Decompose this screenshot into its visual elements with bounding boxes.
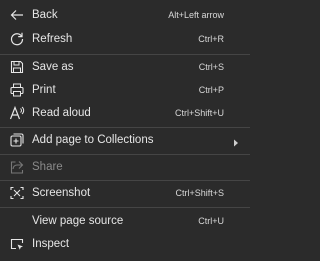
menu-item-refresh[interactable]: Refresh Ctrl+R: [0, 27, 250, 51]
print-icon: [9, 82, 25, 98]
menu-item-label: Inspect: [32, 238, 70, 250]
menu-item-shortcut: Ctrl+S: [198, 62, 224, 72]
menu-item-add-to-collections[interactable]: Add page to Collections: [0, 128, 250, 152]
menu-item-shortcut: Alt+Left arrow: [168, 10, 224, 20]
menu-item-back[interactable]: Back Alt+Left arrow: [0, 3, 250, 27]
menu-item-label: Screenshot: [32, 187, 91, 199]
menu-item-view-page-source[interactable]: View page source Ctrl+U: [0, 209, 250, 233]
save-as-icon: [9, 59, 25, 75]
collections-icon: [9, 132, 25, 148]
share-icon: [9, 159, 25, 175]
menu-item-shortcut: Ctrl+U: [198, 216, 224, 226]
back-arrow-icon: [9, 7, 25, 23]
inspect-icon: [9, 236, 25, 252]
menu-item-shortcut: Ctrl+R: [198, 34, 224, 44]
menu-item-label: Share: [32, 161, 63, 173]
menu-item-label: Print: [32, 84, 56, 96]
menu-item-label: Back: [32, 9, 58, 21]
menu-item-label: Add page to Collections: [32, 134, 154, 146]
refresh-icon: [9, 31, 25, 47]
menu-item-save-as[interactable]: Save as Ctrl+S: [0, 55, 250, 79]
menu-item-label: Save as: [32, 61, 74, 73]
context-menu: Back Alt+Left arrow Refresh Ctrl+R Save …: [0, 0, 250, 261]
menu-item-print[interactable]: Print Ctrl+P: [0, 78, 250, 102]
menu-item-label: Refresh: [32, 33, 73, 45]
menu-item-shortcut: Ctrl+Shift+U: [174, 108, 224, 118]
screenshot-icon: [9, 185, 25, 201]
menu-item-inspect[interactable]: Inspect: [0, 232, 250, 256]
menu-item-read-aloud[interactable]: Read aloud Ctrl+Shift+U: [0, 101, 250, 125]
menu-item-screenshot[interactable]: Screenshot Ctrl+Shift+S: [0, 181, 250, 205]
menu-item-label: Read aloud: [32, 107, 91, 119]
menu-item-label: View page source: [32, 215, 124, 227]
menu-item-share: Share: [0, 155, 250, 179]
read-aloud-icon: [9, 105, 25, 121]
menu-item-shortcut: Ctrl+Shift+S: [175, 188, 224, 198]
chevron-right-icon: [232, 135, 240, 147]
menu-divider: [0, 207, 250, 208]
menu-item-shortcut: Ctrl+P: [198, 85, 224, 95]
